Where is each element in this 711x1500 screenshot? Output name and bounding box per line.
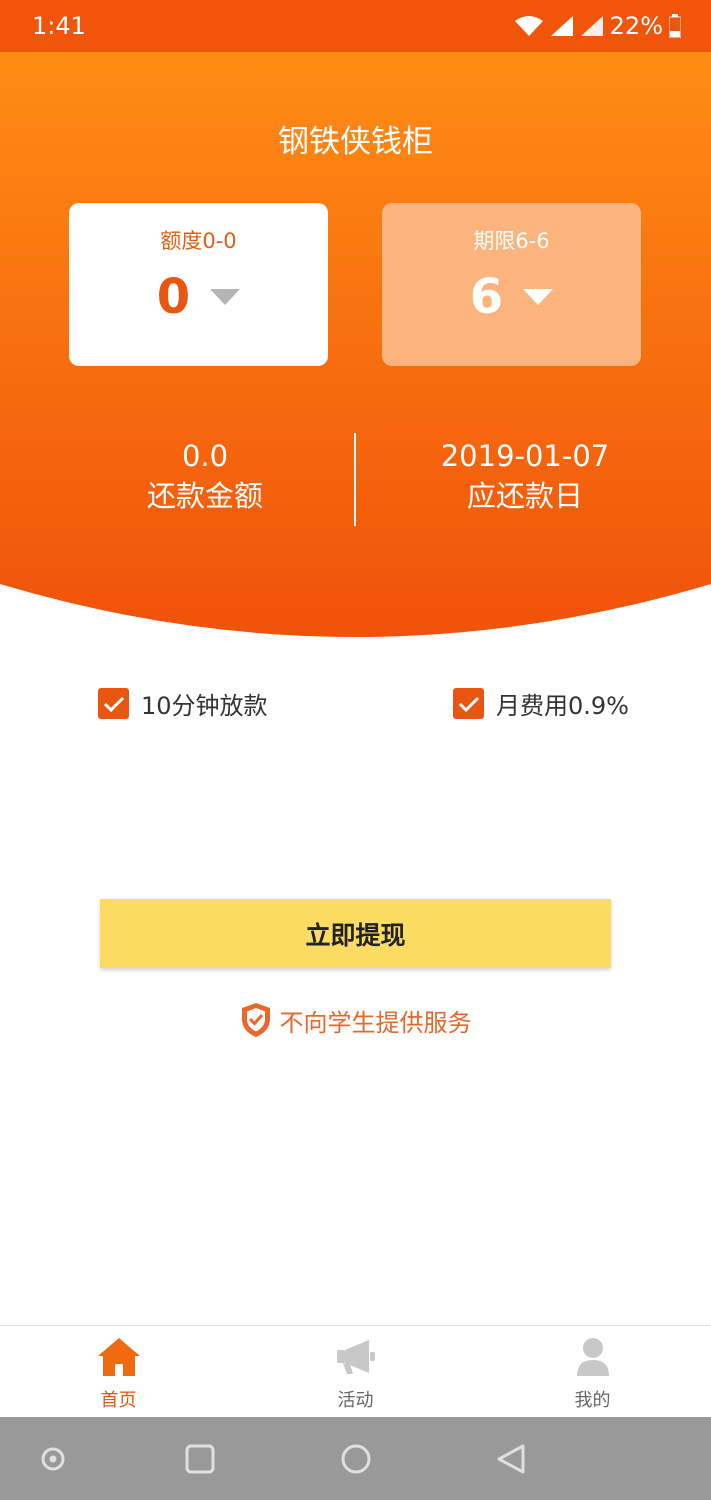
amount-range-label: 额度0-0 [160, 229, 237, 253]
amount-selector[interactable]: 额度0-0 0 [69, 203, 328, 366]
dropdown-arrow-icon [210, 289, 241, 305]
tab-label: 活动 [337, 1390, 374, 1411]
signal-icon [580, 16, 603, 36]
assistant-dot-icon[interactable] [40, 1446, 66, 1472]
due-date-value: 2019-01-07 [440, 439, 610, 473]
back-triangle-icon[interactable] [495, 1443, 527, 1475]
amount-value: 0 [156, 269, 191, 325]
feature-monthly-fee[interactable]: 月费用0.9% [453, 686, 629, 721]
tab-label: 我的 [574, 1390, 611, 1411]
battery-percent: 22% [609, 12, 663, 40]
home-icon [97, 1338, 140, 1376]
user-icon [576, 1338, 609, 1376]
stat-divider [354, 433, 356, 526]
hero-header: 钢铁侠钱柜 额度0-0 0 期限6-6 6 0.0 还款金额 2019-01-0… [0, 52, 711, 642]
battery-icon [669, 14, 681, 38]
system-navigation-bar [0, 1417, 711, 1500]
due-date-label: 应还款日 [466, 479, 583, 513]
tab-activity[interactable]: 活动 [237, 1326, 474, 1418]
status-bar: 1:41 22% [0, 0, 711, 52]
withdraw-now-button[interactable]: 立即提现 [100, 899, 611, 968]
term-selector[interactable]: 期限6-6 6 [382, 203, 641, 366]
megaphone-icon [336, 1340, 375, 1374]
signal-icon [550, 16, 573, 36]
tab-label: 首页 [100, 1390, 137, 1411]
notice-text: 不向学生提供服务 [279, 1008, 472, 1037]
term-range-label: 期限6-6 [473, 229, 550, 253]
checkbox-checked-icon[interactable] [98, 688, 129, 719]
wifi-icon [514, 16, 543, 36]
home-circle-icon[interactable] [340, 1443, 372, 1475]
tab-home[interactable]: 首页 [0, 1326, 237, 1418]
bottom-tab-bar: 首页 活动 我的 [0, 1325, 711, 1417]
status-time: 1:41 [32, 12, 86, 40]
feature-fast-loan[interactable]: 10分钟放款 [98, 686, 268, 721]
due-date-block: 2019-01-07 应还款日 [375, 438, 675, 518]
repayment-amount-value: 0.0 [181, 439, 229, 473]
repayment-amount-block: 0.0 还款金额 [55, 438, 355, 518]
feature-label: 10分钟放款 [141, 692, 268, 720]
dropdown-arrow-icon [523, 289, 554, 305]
repayment-amount-label: 还款金额 [146, 479, 263, 513]
recents-square-icon[interactable] [185, 1444, 215, 1474]
tab-mine[interactable]: 我的 [474, 1326, 711, 1418]
term-value: 6 [469, 269, 504, 325]
checkbox-checked-icon[interactable] [453, 688, 484, 719]
student-notice: 不向学生提供服务 [0, 1002, 711, 1038]
feature-label: 月费用0.9% [496, 692, 629, 720]
shield-check-icon [241, 1003, 270, 1037]
app-title: 钢铁侠钱柜 [278, 124, 433, 160]
